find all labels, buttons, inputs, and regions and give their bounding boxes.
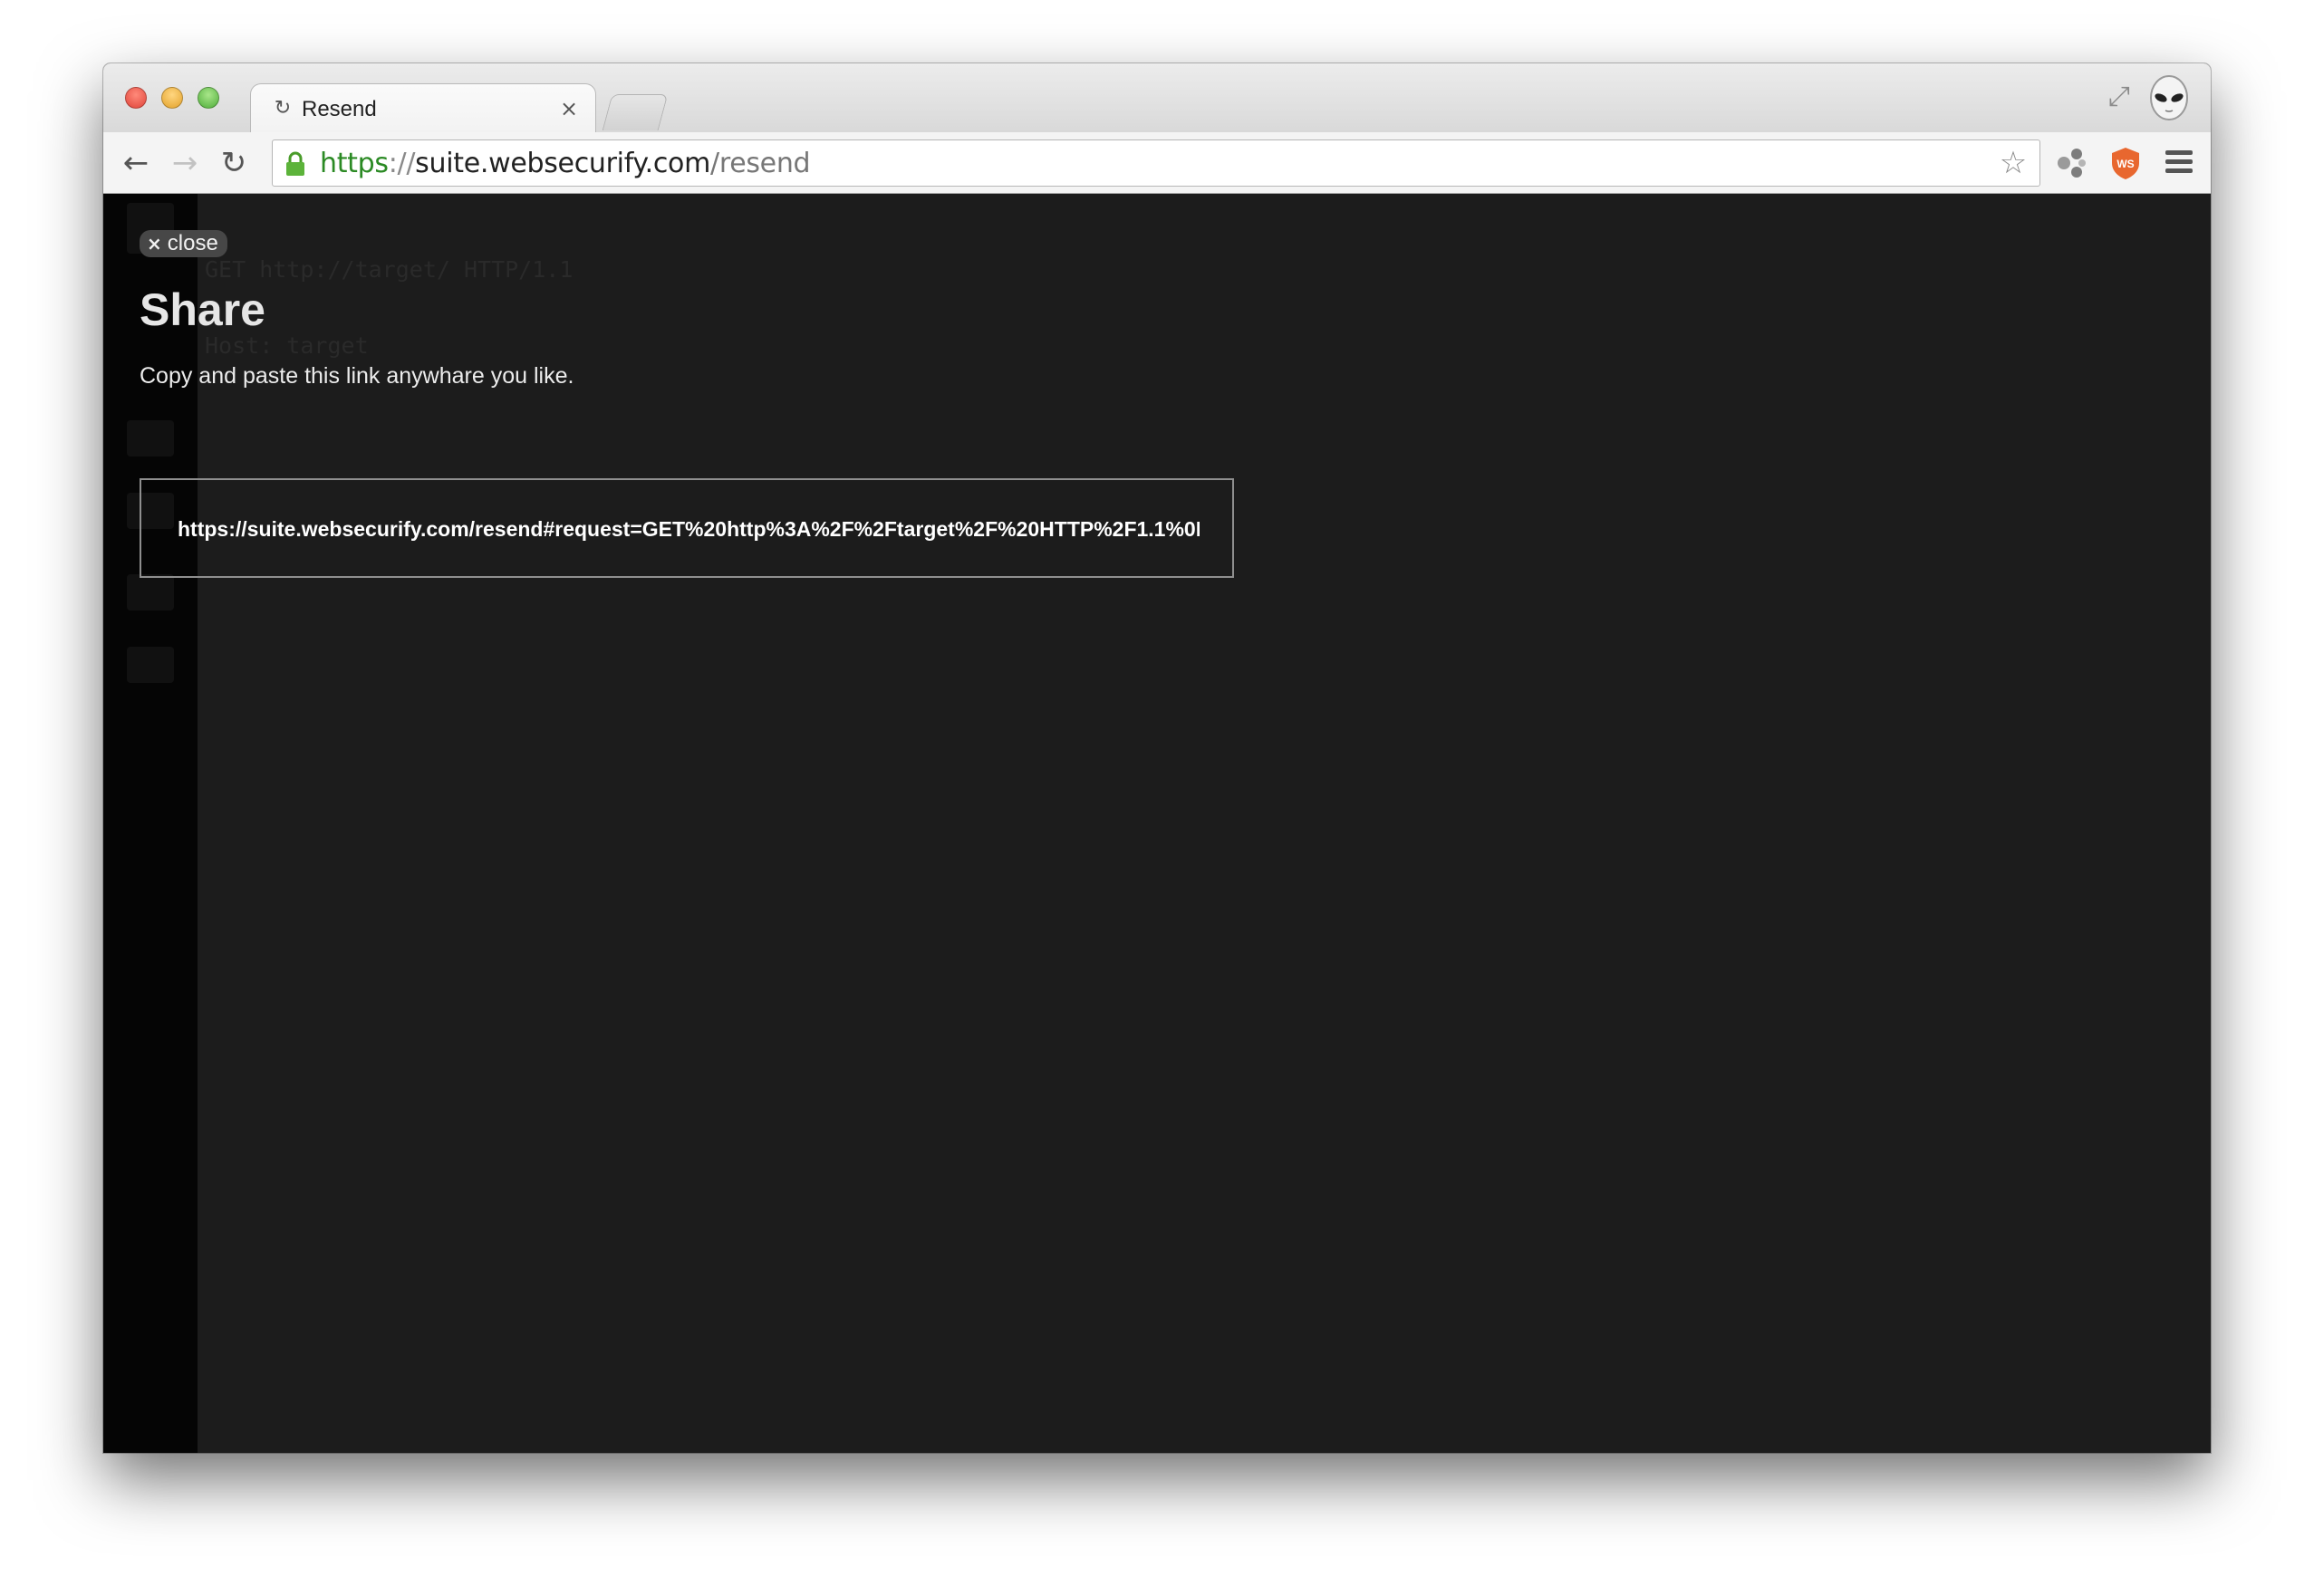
url-scheme: https (320, 148, 389, 179)
websecurify-icon-label: WS (2116, 158, 2134, 170)
share-description: Copy and paste this link anywhare you li… (140, 363, 574, 389)
forward-button[interactable]: → (167, 145, 203, 181)
share-title: Share (140, 284, 265, 335)
close-icon: × (147, 233, 162, 255)
bookmark-star-icon[interactable]: ☆ (1996, 146, 2030, 180)
browser-toolbar: ← → ↻ https://suite.websecurify.com/rese… (103, 132, 2211, 194)
back-button[interactable]: ← (118, 145, 154, 181)
menu-icon[interactable] (2165, 150, 2193, 176)
background-sidebar-item (127, 420, 174, 457)
page-content: GET http://target/ HTTP/1.1 Host: target… (103, 194, 2211, 1453)
new-tab-button[interactable] (602, 94, 669, 130)
tab-title: Resend (302, 97, 377, 121)
buffer-icon[interactable] (2053, 145, 2089, 181)
window-minimize-button[interactable] (161, 87, 183, 109)
background-request-line: GET http://target/ HTTP/1.1 (205, 256, 574, 283)
background-request-line: Host: target (205, 332, 369, 359)
title-bar: ↻ Resend × ⤢ (103, 63, 2211, 134)
close-label: close (167, 231, 218, 255)
fullscreen-icon[interactable]: ⤢ (2102, 80, 2136, 114)
reload-button[interactable]: ↻ (216, 145, 252, 181)
profile-avatar[interactable] (2145, 74, 2193, 123)
window-close-button[interactable] (125, 87, 147, 109)
url-separator: :// (388, 148, 416, 179)
tab-close-icon[interactable]: × (557, 97, 581, 120)
lock-icon (284, 151, 307, 177)
websecurify-icon[interactable]: WS (2107, 145, 2144, 181)
background-sidebar-item (127, 647, 174, 683)
share-link-box (140, 478, 1234, 578)
close-button[interactable]: × close (140, 230, 227, 257)
address-bar[interactable]: https://suite.websecurify.com/resend ☆ (272, 139, 2040, 187)
reload-icon: ↻ (274, 97, 292, 120)
url-text: https://suite.websecurify.com/resend (320, 148, 811, 179)
background-sidebar-item (127, 574, 174, 611)
share-link-field[interactable] (178, 514, 1200, 543)
url-host: suite.websecurify.com (415, 148, 711, 179)
url-path: /resend (710, 148, 811, 179)
tab-resend[interactable]: ↻ Resend × (250, 83, 596, 134)
browser-window: ↻ Resend × ⤢ ← → ↻ https://suite.websecu… (103, 63, 2211, 1453)
window-zoom-button[interactable] (198, 87, 219, 109)
